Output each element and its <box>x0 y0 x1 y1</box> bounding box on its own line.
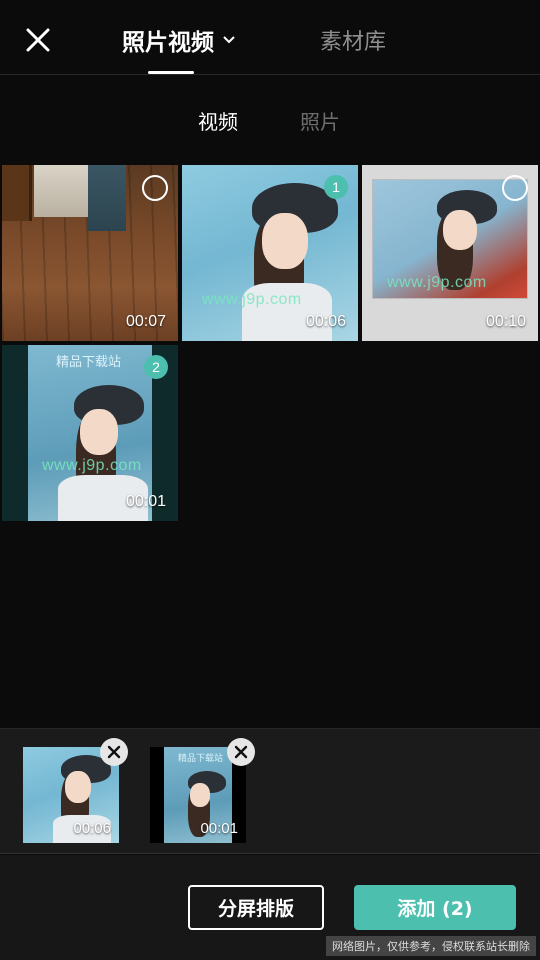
video-duration: 00:01 <box>200 820 238 837</box>
close-icon <box>107 745 121 759</box>
close-button[interactable] <box>20 22 56 58</box>
watermark-text: www.j9p.com <box>42 457 142 474</box>
media-tile[interactable]: www.j9p.com 1 00:06 <box>182 165 358 341</box>
chevron-down-icon <box>223 36 235 44</box>
close-icon <box>26 28 50 52</box>
select-circle[interactable] <box>142 175 168 201</box>
remove-button[interactable] <box>100 738 128 766</box>
watermark-top-text: 精品下载站 <box>178 754 224 764</box>
subtab-video[interactable]: 视频 <box>198 106 238 135</box>
media-tile[interactable]: www.j9p.com 00:10 <box>362 165 538 341</box>
tab-photos-videos-label: 照片视频 <box>122 30 214 56</box>
select-circle[interactable] <box>502 175 528 201</box>
split-screen-button[interactable]: 分屏排版 <box>188 885 324 930</box>
video-duration: 00:06 <box>305 313 346 330</box>
remove-button[interactable] <box>227 738 255 766</box>
image-disclaimer: 网络图片，仅供参考，侵权联系站长删除 <box>326 936 536 956</box>
video-duration: 00:01 <box>125 493 166 510</box>
thumbnail-image <box>2 165 32 221</box>
top-bar: 照片视频 素材库 <box>0 0 540 75</box>
selected-media-tray: 00:06 精品下载站 00:01 <box>0 728 540 854</box>
selection-number-badge[interactable]: 2 <box>144 355 168 379</box>
close-icon <box>234 745 248 759</box>
selection-number-badge[interactable]: 1 <box>324 175 348 199</box>
thumbnail-image: www.j9p.com <box>372 179 528 299</box>
active-tab-indicator <box>148 71 194 74</box>
media-tile[interactable]: 精品下载站 www.j9p.com 2 00:01 <box>2 345 178 521</box>
tab-photos-videos[interactable]: 照片视频 <box>122 22 236 58</box>
tab-material-library[interactable]: 素材库 <box>320 22 386 58</box>
video-duration: 00:10 <box>485 313 526 330</box>
watermark-text: www.j9p.com <box>202 291 302 308</box>
video-duration: 00:06 <box>73 820 111 837</box>
watermark-text: www.j9p.com <box>387 274 487 291</box>
subtab-photo[interactable]: 照片 <box>300 106 340 135</box>
video-duration: 00:07 <box>125 313 166 330</box>
watermark-top-text: 精品下载站 <box>56 355 122 370</box>
add-button[interactable]: 添加 (2) <box>354 885 516 930</box>
media-tile[interactable]: 00:07 <box>2 165 178 341</box>
bottom-action-bar: 分屏排版 添加 (2) 网络图片，仅供参考，侵权联系站长删除 <box>0 855 540 960</box>
